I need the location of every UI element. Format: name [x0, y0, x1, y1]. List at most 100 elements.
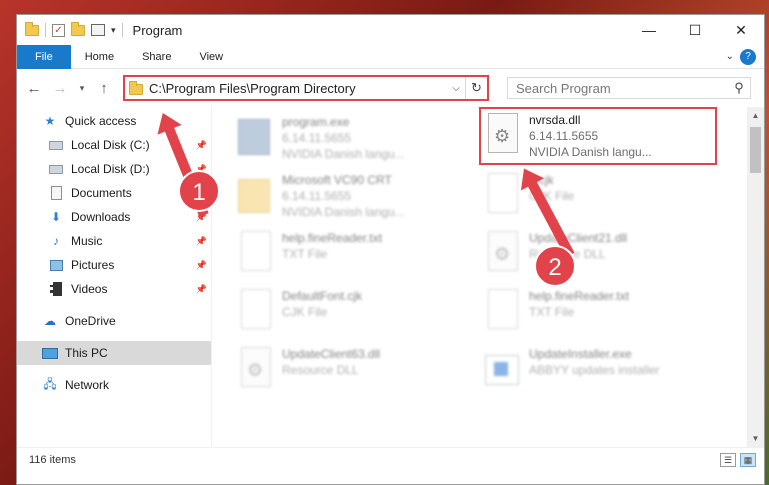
file-name: UpdateClient21.dll [529, 231, 628, 245]
step-2-badge: 2 [534, 245, 576, 287]
dll-file-icon [485, 231, 521, 275]
file-item[interactable]: Microsoft VC90 CRT 6.14.11.5655 NVIDIA D… [234, 169, 474, 227]
new-folder-icon[interactable] [71, 21, 85, 36]
file-type: TXT File [282, 247, 328, 261]
status-bar: 116 items ☰ ▦ [17, 447, 764, 472]
sidebar-item-onedrive[interactable]: ☁ OneDrive [17, 309, 211, 333]
expand-ribbon-chevron-icon[interactable]: ⌄ [726, 51, 734, 62]
file-item[interactable]: help.fineReader.txt TXT File [481, 285, 721, 343]
sidebar-item-network[interactable]: 🖧 Network [17, 373, 211, 397]
sidebar-item-label: Quick access [65, 114, 137, 128]
dll-file-icon [485, 113, 521, 157]
file-name: nvrsda.dll [529, 113, 581, 127]
sidebar-item-label: Local Disk (D:) [71, 162, 150, 176]
search-icon[interactable]: ⚲ [728, 80, 750, 96]
sidebar-item-music[interactable]: ♪ Music 📌 [17, 229, 211, 253]
step-1-badge: 1 [178, 170, 220, 212]
file-name: program.exe [282, 115, 350, 129]
search-box[interactable]: ⚲ [507, 77, 751, 99]
pictures-icon [47, 258, 65, 272]
view-switcher: ☰ ▦ [720, 453, 756, 467]
sidebar-item-label: Downloads [71, 210, 131, 224]
file-list: program.exe 6.14.11.5655 NVIDIA Danish l… [212, 107, 764, 447]
drive-icon [47, 138, 65, 152]
file-name: help.fineReader.txt [529, 289, 630, 303]
pin-icon: 📌 [195, 235, 207, 246]
file-item[interactable]: UpdateClient63.dll Resource DLL [234, 343, 474, 401]
file-name: DefaultFont.cjk [282, 289, 363, 303]
generic-file-icon [238, 289, 274, 333]
folder-icon [129, 81, 143, 95]
sidebar-item-downloads[interactable]: ⬇ Downloads 📌 [17, 205, 211, 229]
file-item[interactable]: UpdateInstaller.exe ABBYY updates instal… [481, 343, 721, 401]
file-version: 6.14.11.5655 [282, 189, 352, 203]
recent-locations-chevron-icon[interactable]: ▾ [75, 77, 89, 99]
file-description: ABBYY updates installer [529, 363, 660, 377]
file-name: UpdateClient63.dll [282, 347, 381, 361]
music-note-icon: ♪ [53, 234, 59, 248]
customize-toolbar-chevron-icon[interactable]: ▾ [111, 25, 116, 36]
pin-icon: 📌 [195, 139, 207, 150]
vertical-scrollbar[interactable]: ▲ ▼ [747, 107, 764, 447]
forward-button[interactable]: → [49, 77, 71, 99]
drive-icon [47, 162, 65, 176]
sidebar-item-pictures[interactable]: Pictures 📌 [17, 253, 211, 277]
download-arrow-icon: ⬇ [50, 210, 62, 224]
tab-home[interactable]: Home [71, 45, 128, 69]
help-icon[interactable]: ? [740, 48, 756, 65]
properties-check-icon[interactable]: ✓ [52, 23, 65, 37]
explorer-window: ✓ ▾ Program — ☐ ✕ File Home Share View ⌄… [16, 14, 765, 485]
details-view-icon[interactable]: ☰ [720, 453, 736, 467]
tiles-view-icon[interactable]: ▦ [740, 453, 756, 467]
file-description: NVIDIA Danish langu... [529, 145, 652, 159]
window-title: Program [132, 22, 183, 38]
sidebar-item-this-pc[interactable]: This PC [17, 341, 211, 365]
computer-icon [41, 346, 59, 360]
title-bar: ✓ ▾ Program — ☐ ✕ [17, 15, 764, 45]
address-path[interactable]: C:\Program Files\Program Directory [149, 81, 447, 96]
file-item[interactable]: program.exe 6.14.11.5655 NVIDIA Danish l… [234, 111, 474, 169]
up-button[interactable]: ↑ [93, 77, 115, 99]
file-type: Resource DLL [282, 363, 359, 377]
tab-view[interactable]: View [185, 45, 237, 69]
dll-file-icon [238, 347, 274, 391]
file-item[interactable]: UpdateClient21.dll Resource DLL [481, 227, 721, 285]
cloud-icon: ☁ [44, 314, 56, 328]
file-name: UpdateInstaller.exe [529, 347, 632, 361]
sidebar-item-label: OneDrive [65, 314, 116, 328]
file-name: help.fineReader.txt [282, 231, 383, 245]
sidebar-item-videos[interactable]: Videos 📌 [17, 277, 211, 301]
window-controls: — ☐ ✕ [626, 15, 764, 45]
pin-icon: 📌 [195, 259, 207, 270]
sidebar-item-quick-access[interactable]: ★ Quick access [17, 109, 211, 133]
film-icon [47, 282, 65, 296]
file-item[interactable]: DefaultFont.cjk CJK File [234, 285, 474, 343]
folder-icon [238, 173, 274, 217]
scroll-down-arrow-icon[interactable]: ▼ [747, 430, 764, 447]
text-file-icon [238, 231, 274, 275]
back-button[interactable]: ← [23, 77, 45, 99]
close-button[interactable]: ✕ [718, 15, 764, 45]
network-icon: 🖧 [43, 376, 57, 391]
refresh-button[interactable]: ↻ [465, 77, 487, 99]
quick-access-toolbar: ✓ ▾ [17, 21, 123, 37]
tab-share[interactable]: Share [128, 45, 185, 69]
properties-icon[interactable] [91, 24, 105, 36]
address-bar[interactable]: C:\Program Files\Program Directory ⌵ ↻ [123, 75, 489, 101]
address-dropdown-chevron-icon[interactable]: ⌵ [447, 83, 465, 94]
sidebar-item-label: Pictures [71, 258, 115, 272]
scroll-up-arrow-icon[interactable]: ▲ [747, 107, 764, 124]
sidebar-item-label: Videos [71, 282, 108, 296]
sidebar-item-label: Network [65, 378, 110, 392]
search-input[interactable] [516, 80, 728, 96]
documents-icon [47, 186, 65, 200]
scrollbar-thumb[interactable] [750, 127, 761, 173]
file-item[interactable]: help.fineReader.txt TXT File [234, 227, 474, 285]
file-item-nvrsda-dll[interactable]: nvrsda.dll 6.14.11.5655 NVIDIA Danish la… [479, 107, 717, 165]
tab-file[interactable]: File [17, 44, 71, 69]
main-area: ★ Quick access Local Disk (C:) 📌 Local D… [17, 107, 764, 447]
installer-icon [485, 347, 521, 391]
minimize-button[interactable]: — [626, 15, 672, 45]
maximize-button[interactable]: ☐ [672, 15, 718, 45]
sidebar-item-label: Music [71, 234, 103, 248]
